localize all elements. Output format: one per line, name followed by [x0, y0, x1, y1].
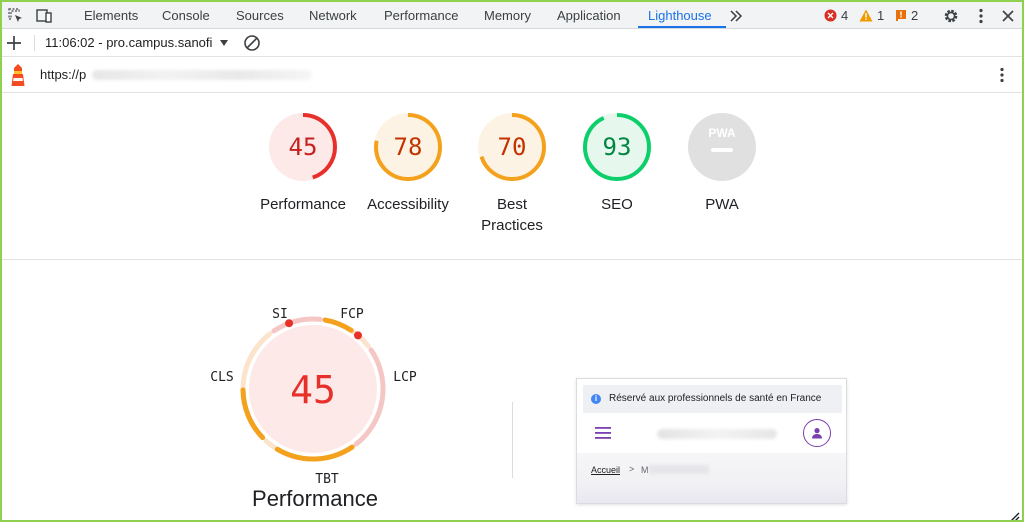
metric-label-tbt: TBT	[315, 472, 339, 487]
screenshot-breadcrumb: Accueil > M	[577, 453, 846, 503]
devtools-tab-bar: Elements Console Sources Network Perform…	[2, 2, 1022, 29]
performance-section-title: Performance	[252, 486, 378, 511]
score-value: 93	[602, 133, 632, 161]
gauge-label: Best Practices	[481, 196, 543, 234]
metric-label-fcp: FCP	[340, 307, 364, 322]
section-divider	[512, 402, 513, 478]
tab-lighthouse[interactable]: Lighthouse	[648, 2, 712, 29]
clear-all-icon[interactable]	[242, 33, 262, 53]
user-avatar-icon	[803, 419, 831, 447]
gauge-label: Performance	[260, 196, 346, 213]
tab-application[interactable]: Application	[557, 2, 621, 29]
lighthouse-toolbar: 11:06:02 - pro.campus.sanofi	[2, 29, 1022, 57]
report-url-bar: https://p	[2, 57, 1022, 93]
gauge-performance[interactable]: 45 Performance	[248, 112, 358, 215]
score-value: 78	[393, 133, 423, 161]
metric-label-lcp: LCP	[393, 370, 417, 385]
gauge-best-practices[interactable]: 70 Best Practices	[457, 112, 567, 236]
error-icon	[824, 9, 837, 22]
redacted-logo	[657, 429, 777, 439]
pwa-logo-text: PWA	[708, 126, 736, 140]
issues-count: 2	[911, 8, 919, 23]
gauge-accessibility[interactable]: 78 Accessibility	[353, 112, 463, 215]
active-tab-indicator	[638, 26, 726, 28]
issues-badge[interactable]: 2	[895, 2, 918, 29]
gauge-label: PWA	[705, 196, 739, 213]
gauge-pwa[interactable]: PWA PWA	[667, 112, 777, 215]
category-scores: 45 Performance 78 Accessibility 70 Best …	[2, 94, 1022, 260]
warnings-count: 1	[877, 8, 885, 23]
metric-label-cls: CLS	[210, 370, 233, 385]
fcp-status-dot	[353, 331, 362, 340]
breadcrumb-separator: >	[629, 464, 635, 474]
inspect-element-icon[interactable]	[6, 6, 26, 26]
errors-count: 4	[841, 8, 849, 23]
hamburger-menu-icon	[595, 427, 611, 439]
breadcrumb-current: M	[641, 465, 649, 475]
resize-handle-icon[interactable]	[1010, 512, 1020, 522]
score-value: 70	[497, 133, 527, 161]
tab-sources[interactable]: Sources	[236, 2, 284, 29]
errors-badge[interactable]: 4	[824, 2, 848, 29]
screenshot-banner: i Réservé aux professionnels de santé en…	[583, 385, 842, 413]
device-toolbar-icon[interactable]	[34, 6, 54, 26]
tab-elements[interactable]: Elements	[84, 2, 138, 29]
screenshot-header	[577, 413, 846, 453]
gauge-label: Accessibility	[367, 196, 449, 213]
redacted-breadcrumb	[649, 465, 709, 474]
gauge-label: SEO	[601, 196, 633, 213]
close-icon[interactable]	[998, 6, 1018, 26]
warning-icon	[859, 9, 873, 22]
double-chevron-right-icon[interactable]	[726, 6, 746, 26]
tab-memory[interactable]: Memory	[484, 2, 531, 29]
plus-icon[interactable]	[4, 33, 24, 53]
final-screenshot-thumbnail[interactable]: i Réservé aux professionnels de santé en…	[576, 378, 847, 504]
tab-console[interactable]: Console	[162, 2, 210, 29]
issue-flag-icon	[896, 10, 906, 21]
metric-label-si: SI	[272, 307, 288, 322]
report-select[interactable]: 11:06:02 - pro.campus.sanofi	[45, 29, 229, 57]
gear-icon[interactable]	[941, 6, 961, 26]
toolbar-divider	[34, 35, 35, 51]
gauge-seo[interactable]: 93 SEO	[562, 112, 672, 215]
tab-network[interactable]: Network	[309, 2, 357, 29]
banner-text: Réservé aux professionnels de santé en F…	[609, 393, 822, 404]
info-icon: i	[591, 394, 601, 404]
report-menu-icon[interactable]	[992, 65, 1012, 85]
score-value: 45	[288, 133, 318, 161]
perf-big-score: 45	[290, 368, 336, 412]
redacted-url	[92, 70, 312, 80]
kebab-menu-icon[interactable]	[971, 6, 991, 26]
dropdown-arrow-icon	[220, 40, 229, 46]
breadcrumb-home: Accueil	[591, 465, 621, 475]
report-select-label: 11:06:02 - pro.campus.sanofi	[45, 35, 213, 50]
warnings-badge[interactable]: 1	[859, 2, 884, 29]
report-url: https://p	[40, 67, 87, 82]
tab-performance[interactable]: Performance	[384, 2, 458, 29]
lighthouse-logo-icon	[8, 63, 28, 87]
